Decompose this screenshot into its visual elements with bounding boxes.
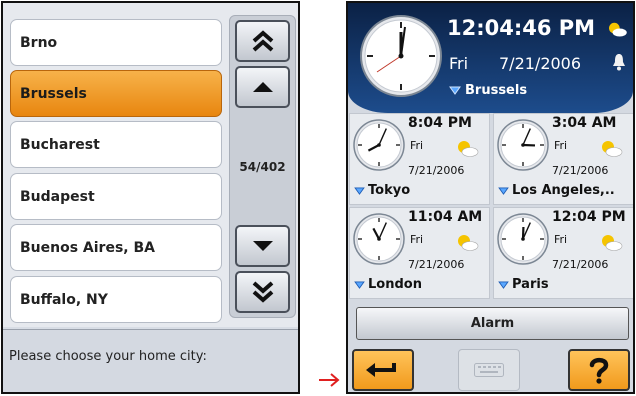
world-clock-screen: 12:04:46 PM Fri 7/21/2006 Brussels 8:04 …	[346, 1, 635, 394]
page-down-button[interactable]	[235, 271, 290, 313]
city-selector[interactable]: London	[354, 277, 422, 292]
city-clock-tokyo[interactable]: 8:04 PM Fri 7/21/2006 Tokyo	[349, 113, 490, 205]
sun-cloud-icon	[458, 235, 479, 251]
list-position-counter: 54/402	[239, 160, 286, 174]
city-label: Brno	[20, 34, 58, 51]
city-date: 7/21/2006	[408, 164, 465, 177]
dropdown-triangle-icon	[449, 86, 461, 95]
home-city-prompt: Please choose your home city:	[3, 329, 298, 392]
home-city-label: Brussels	[465, 83, 528, 98]
city-clock-grid: 8:04 PM Fri 7/21/2006 Tokyo 3:04 AM Fri …	[349, 113, 633, 299]
city-item-buenos-aires[interactable]: Buenos Aires, BA	[10, 224, 222, 271]
sun-cloud-icon	[602, 141, 623, 157]
city-clock-paris[interactable]: 12:04 PM Fri 7/21/2006 Paris	[493, 207, 633, 299]
help-icon	[589, 357, 609, 384]
city-item-buffalo[interactable]: Buffalo, NY	[10, 276, 222, 323]
home-clock-header: 12:04:46 PM Fri 7/21/2006 Brussels	[348, 3, 633, 113]
transition-arrow-icon	[319, 373, 340, 387]
city-clock-london[interactable]: 11:04 AM Fri 7/21/2006 London	[349, 207, 490, 299]
city-label: Brussels	[20, 85, 87, 102]
double-up-icon	[252, 30, 273, 52]
home-time: 12:04:46 PM	[447, 16, 596, 40]
scroll-down-button[interactable]	[235, 225, 290, 267]
city-selector[interactable]: Tokyo	[354, 183, 410, 198]
back-arrow-icon	[366, 363, 396, 377]
city-day: Fri	[554, 139, 568, 152]
keyboard-button[interactable]	[458, 349, 520, 391]
dropdown-triangle-icon	[354, 186, 365, 195]
list-scrollbar[interactable]: 54/402	[229, 15, 296, 318]
city-label: Buffalo, NY	[20, 291, 108, 308]
city-time: 11:04 AM	[408, 209, 483, 225]
city-name: Los Angeles,..	[512, 183, 615, 198]
analog-clock-main	[360, 15, 442, 97]
double-down-icon	[252, 281, 273, 303]
alarm-button[interactable]: Alarm	[356, 307, 629, 340]
bell-icon[interactable]	[612, 53, 626, 71]
city-chooser-screen: Brno Brussels Bucharest Budapest Buenos …	[1, 1, 300, 394]
city-date: 7/21/2006	[552, 258, 609, 271]
dropdown-triangle-icon	[354, 280, 365, 289]
city-time: 8:04 PM	[408, 115, 472, 131]
city-item-brussels[interactable]: Brussels	[10, 70, 222, 117]
city-day: Fri	[410, 233, 424, 246]
city-selector[interactable]: Paris	[498, 277, 549, 292]
keyboard-icon	[474, 363, 504, 377]
city-label: Buenos Aires, BA	[20, 239, 155, 256]
city-label: Budapest	[20, 188, 95, 205]
city-clock-los-angeles[interactable]: 3:04 AM Fri 7/21/2006 Los Angeles,..	[493, 113, 633, 205]
back-button[interactable]	[352, 349, 414, 391]
up-icon	[252, 82, 273, 92]
dropdown-triangle-icon	[498, 280, 509, 289]
down-icon	[252, 241, 273, 251]
city-date: 7/21/2006	[552, 164, 609, 177]
city-name: London	[368, 277, 422, 292]
city-item-bucharest[interactable]: Bucharest	[10, 121, 222, 168]
home-city-selector[interactable]: Brussels	[449, 83, 527, 98]
city-day: Fri	[410, 139, 424, 152]
dropdown-triangle-icon	[498, 186, 509, 195]
help-button[interactable]	[568, 349, 630, 391]
sun-cloud-icon	[602, 235, 623, 251]
city-label: Bucharest	[20, 136, 100, 153]
analog-clock	[497, 119, 549, 171]
scroll-up-button[interactable]	[235, 66, 290, 108]
city-time: 3:04 AM	[552, 115, 617, 131]
analog-clock	[497, 213, 549, 265]
home-date: 7/21/2006	[499, 54, 582, 73]
analog-clock	[353, 119, 405, 171]
city-item-brno[interactable]: Brno	[10, 19, 222, 66]
city-selector[interactable]: Los Angeles,..	[498, 183, 615, 198]
city-name: Tokyo	[368, 183, 411, 198]
city-time: 12:04 PM	[552, 209, 626, 225]
analog-clock	[353, 213, 405, 265]
city-item-budapest[interactable]: Budapest	[10, 173, 222, 220]
city-name: Paris	[512, 277, 549, 292]
city-day: Fri	[554, 233, 568, 246]
sun-cloud-icon	[609, 22, 627, 37]
page-up-button[interactable]	[235, 20, 290, 62]
sun-cloud-icon	[458, 141, 479, 157]
home-day: Fri	[449, 54, 469, 73]
city-list-panel: Brno Brussels Bucharest Budapest Buenos …	[3, 3, 298, 327]
city-date: 7/21/2006	[408, 258, 465, 271]
